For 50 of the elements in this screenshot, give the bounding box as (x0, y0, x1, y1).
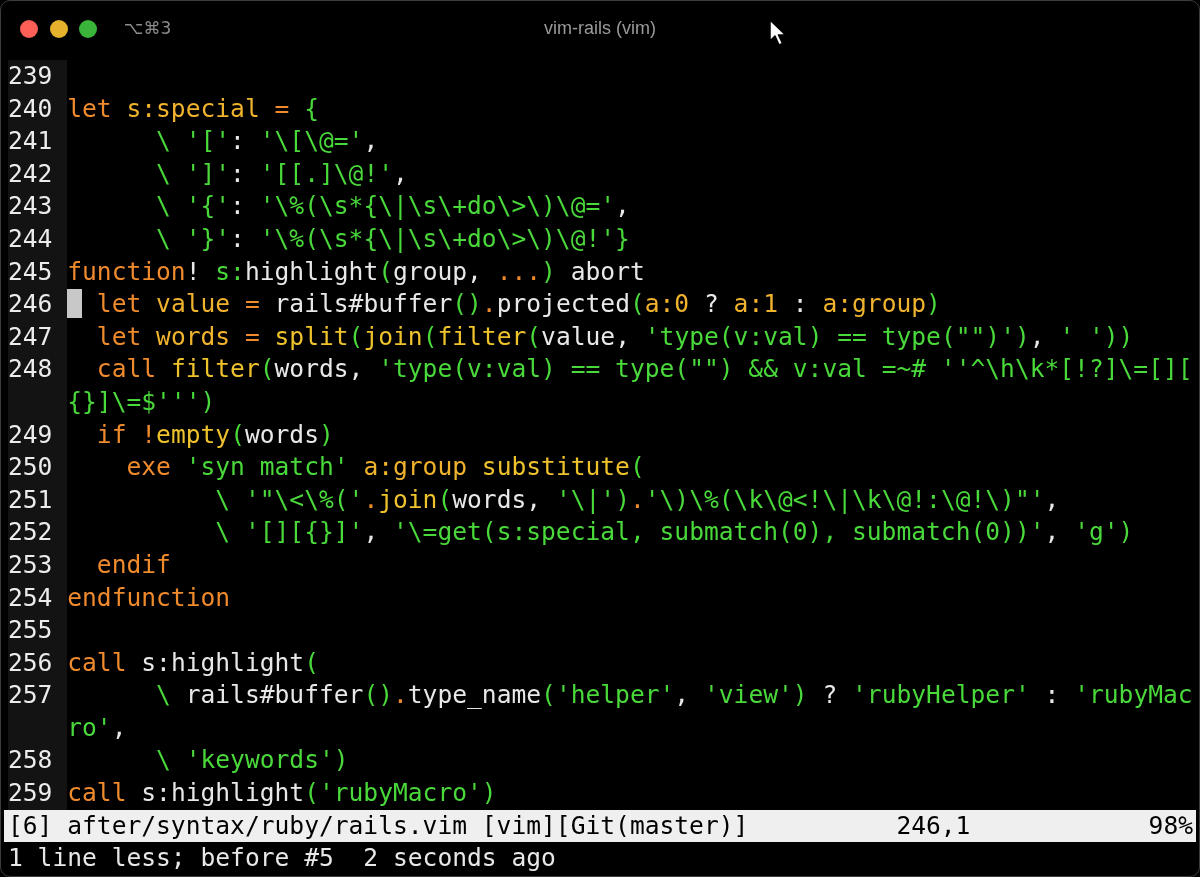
line-number: 253 (8, 548, 53, 581)
zoom-button[interactable] (79, 19, 97, 38)
line-number: 251 (8, 483, 53, 516)
code-line: exe 'syn match' a:group substitute( (126, 452, 645, 482)
code-line: \ '}': '\%(\s*{\|\s\+do\>\)\@!'} (156, 223, 630, 253)
line-number: 245 (8, 255, 53, 288)
code-line: \ rails#buffer().type_name('helper', 'view') ? 'rubyHelper' : 'rubyMacro', (67, 680, 1193, 742)
line-number: 247 (8, 320, 53, 353)
line-number: 239 (8, 60, 53, 92)
code-line: \ '[][{}]', '\=get(s:special, submatch(0), submatch(0))', 'g') (215, 517, 1134, 547)
code-line: \ '[': '\[\@=', (156, 126, 379, 156)
code-line: let words = split(join(filter(value, 'type(v:val) == type("")'), ' ')) (96, 321, 1134, 351)
code-line: \ ']': '[[.]\@!', (156, 158, 408, 188)
line-number: 243 (8, 190, 53, 223)
line-number: 240 (8, 92, 53, 125)
code-line: if !empty(words) (96, 419, 334, 449)
line-number: 255 (8, 614, 53, 647)
line-number: 252 (8, 516, 53, 549)
code-line: function! s:highlight(group, ...) abort (67, 256, 645, 286)
code-line: call filter(words, 'type(v:val) == type("") && v:val =~# ''^\h\k*[!?]\=[][{}]\=$''') (67, 354, 1193, 416)
line-number: 242 (8, 157, 53, 190)
buffer-info: [6] after/syntax/ruby/rails.vim [vim][Git(master)] (8, 809, 750, 842)
line-number: 254 (8, 581, 53, 614)
line-number: 256 (8, 646, 53, 679)
minimize-button[interactable] (49, 19, 68, 38)
code-line: \ '{': '\%(\s*{\|\s\+do\>\)\@=', (156, 191, 630, 221)
line-number: 241 (8, 125, 53, 158)
line-number: 259 (8, 777, 53, 810)
line-number: 244 (8, 222, 53, 255)
code-line: call s:highlight('rubyMacro') (67, 778, 497, 808)
line-number: 257 (8, 679, 53, 712)
code-line: \ 'keywords') (156, 745, 349, 775)
window-shortcut: ⌥⌘3 (124, 16, 172, 40)
mouse-pointer-icon (769, 19, 787, 47)
code-line: endfunction (67, 582, 231, 612)
line-number: 250 (8, 451, 53, 484)
code-line: let s:special = { (67, 93, 319, 123)
line-number: 249 (8, 418, 53, 451)
cursor-position: 246,1 (896, 809, 971, 842)
line-number: 258 (8, 744, 53, 777)
close-button[interactable] (20, 19, 38, 38)
code-line: \ '"\<\%('.join(words, '\|').'\)\%(\k\@<!\|\k\@!:\@!\)"', (215, 484, 1060, 514)
line-number: 248 (8, 353, 53, 386)
code-line: call s:highlight( (67, 647, 319, 677)
scroll-percent: 98% (1148, 809, 1193, 842)
line-number: 246 (8, 288, 53, 321)
window-title: vim-rails (vim) (544, 17, 656, 40)
code-line: endif (96, 549, 171, 579)
code-line: let value = rails#buffer().projected(a:0 ? a:1 : a:group) (96, 289, 941, 319)
command-message: 1 line less; before #5 2 seconds ago (8, 843, 556, 873)
